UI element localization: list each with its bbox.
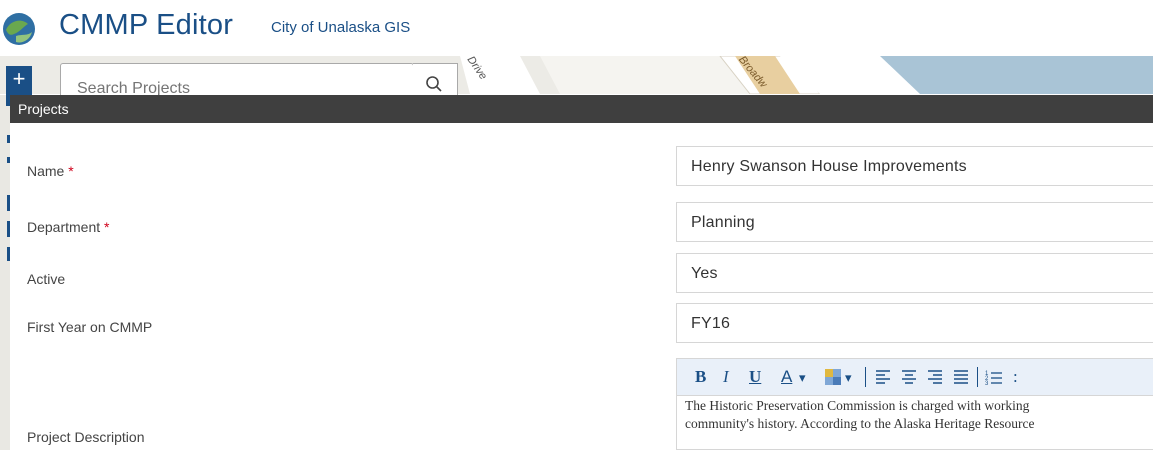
required-marker: *: [68, 163, 74, 179]
project-description-label: Project Description: [27, 429, 145, 445]
more-options-button[interactable]: :: [1013, 367, 1018, 387]
department-label-text: Department: [27, 219, 101, 235]
align-left-icon[interactable]: [875, 369, 891, 385]
underline-button[interactable]: U: [749, 367, 761, 387]
align-justify-icon[interactable]: [953, 369, 969, 385]
active-label: Active: [27, 271, 66, 287]
app-subtitle: City of Unalaska GIS: [271, 19, 411, 36]
highlight-color-icon[interactable]: [824, 368, 844, 386]
panel-title: Projects: [18, 101, 69, 117]
app-title: CMMP Editor: [59, 9, 234, 41]
search-icon: [426, 76, 442, 92]
description-line: The Historic Preservation Commission is …: [685, 398, 1030, 413]
highlight-color-dropdown[interactable]: ▾: [845, 370, 852, 390]
font-color-button[interactable]: A: [781, 367, 792, 387]
projects-form: Name * Henry Swanson House Improvements …: [10, 123, 1153, 450]
project-description-text[interactable]: The Historic Preservation Commission is …: [685, 397, 1153, 433]
toolbar-separator: [977, 367, 978, 387]
toolbar-separator: [865, 367, 866, 387]
active-field[interactable]: Yes: [676, 253, 1153, 293]
numbered-list-icon[interactable]: 1 2 3: [985, 368, 1003, 386]
align-center-icon[interactable]: [901, 369, 917, 385]
map-widget-strip: [0, 95, 12, 450]
bold-button[interactable]: B: [695, 367, 706, 387]
svg-text:3: 3: [985, 381, 989, 386]
first-year-label: First Year on CMMP: [27, 319, 153, 335]
font-color-dropdown[interactable]: ▾: [799, 370, 806, 390]
name-label: Name *: [27, 163, 74, 179]
editor-toolbar: B I U A ▾ ▾ 1 2 3:: [677, 359, 1153, 396]
project-description-editor[interactable]: B I U A ▾ ▾ 1 2 3: The Historic Preserv…: [676, 358, 1153, 450]
italic-button[interactable]: I: [723, 367, 729, 387]
app-header: CMMP Editor City of Unalaska GIS: [0, 0, 1153, 56]
align-right-icon[interactable]: [927, 369, 943, 385]
required-marker: *: [104, 219, 110, 235]
first-year-field[interactable]: FY16: [676, 303, 1153, 343]
department-field[interactable]: Planning: [676, 202, 1153, 242]
description-line: community's history. According to the Al…: [685, 416, 1035, 431]
name-field[interactable]: Henry Swanson House Improvements: [676, 146, 1153, 186]
department-label: Department *: [27, 219, 110, 235]
name-label-text: Name: [27, 163, 65, 179]
city-logo-icon: [3, 13, 35, 45]
panel-title-bar: Projects: [10, 95, 1153, 123]
